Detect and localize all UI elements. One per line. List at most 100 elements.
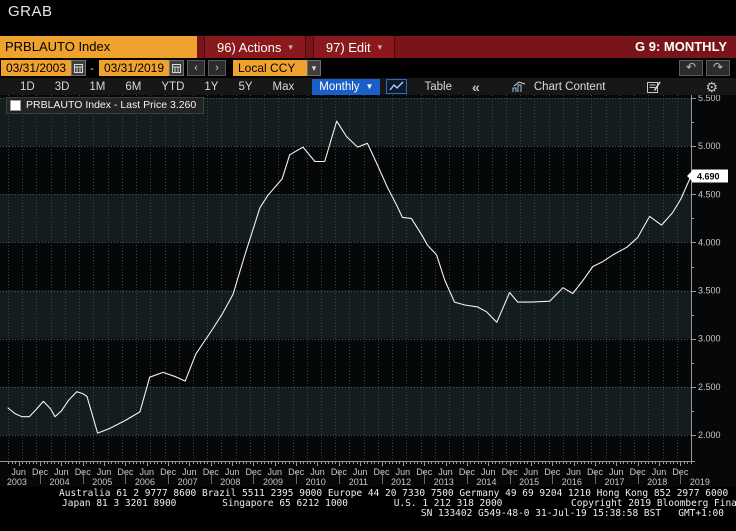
svg-text:Jun: Jun	[481, 467, 496, 477]
svg-text:Jun: Jun	[524, 467, 539, 477]
currency-dropdown-arrow-icon[interactable]: ▾	[307, 60, 321, 76]
svg-text:2018: 2018	[647, 477, 667, 487]
period-button-1y[interactable]: 1Y	[204, 81, 218, 93]
security-ticker-field[interactable]: PRBLAUTO Index	[0, 36, 197, 58]
svg-text:2019: 2019	[690, 477, 710, 487]
period-button-ytd[interactable]: YTD	[161, 81, 184, 93]
grab-title: GRAB	[8, 3, 53, 20]
svg-text:4.000: 4.000	[698, 237, 721, 247]
bloomberg-footer: Australia 61 2 9777 8600 Brazil 5511 239…	[0, 487, 736, 531]
svg-text:5.000: 5.000	[698, 141, 721, 151]
svg-text:2013: 2013	[434, 477, 454, 487]
svg-text:2.500: 2.500	[698, 382, 721, 392]
title-bar-spacer	[395, 36, 635, 58]
calendar-icon	[74, 63, 83, 73]
svg-text:Jun: Jun	[182, 467, 197, 477]
svg-text:5.500: 5.500	[698, 95, 721, 103]
chart-content-label: Chart Content	[533, 80, 606, 93]
table-button[interactable]: Table	[424, 81, 452, 93]
period-button-max[interactable]: Max	[273, 81, 295, 93]
svg-text:2008: 2008	[220, 477, 240, 487]
calendar-icon	[172, 63, 181, 73]
page-function-label: G 9: MONTHLY	[635, 39, 727, 54]
svg-text:2009: 2009	[263, 477, 283, 487]
chevron-down-icon: ▾	[288, 41, 293, 52]
chart-legend: PRBLAUTO Index - Last Price 3.260	[6, 97, 205, 114]
chevron-down-icon: ▼	[365, 81, 374, 91]
start-date-input[interactable]: 03/31/2003	[1, 60, 71, 76]
svg-text:2006: 2006	[135, 477, 155, 487]
range-back-button[interactable]: ‹	[187, 60, 205, 76]
end-date-input[interactable]: 03/31/2019	[99, 60, 169, 76]
period-button-3d[interactable]: 3D	[55, 81, 70, 93]
start-date-calendar-button[interactable]	[71, 60, 86, 76]
svg-text:Jun: Jun	[139, 467, 154, 477]
svg-text:Jun: Jun	[268, 467, 283, 477]
date-range-separator: -	[90, 61, 94, 75]
period-button-5y[interactable]: 5Y	[238, 81, 252, 93]
actions-menu-button[interactable]: 96) Actions ▾	[204, 36, 306, 58]
svg-text:Dec: Dec	[374, 467, 391, 477]
svg-text:2015: 2015	[519, 477, 539, 487]
svg-text:3.500: 3.500	[698, 286, 721, 296]
svg-text:2012: 2012	[391, 477, 411, 487]
chart-toolbar: 1D 3D 1M 6M YTD 1Y 5Y Max Monthly ▼ Tabl…	[0, 78, 736, 95]
svg-text:Dec: Dec	[502, 467, 519, 477]
edit-menu-label: 97) Edit	[325, 39, 371, 55]
legend-label: PRBLAUTO Index - Last Price 3.260	[26, 99, 197, 111]
svg-text:2005: 2005	[92, 477, 112, 487]
redo-button[interactable]: ↷	[706, 60, 730, 76]
svg-text:Jun: Jun	[609, 467, 624, 477]
top-strip: GRAB	[0, 0, 736, 36]
svg-text:Jun: Jun	[396, 467, 411, 477]
svg-text:Jun: Jun	[310, 467, 325, 477]
line-chart-icon	[389, 81, 404, 91]
title-bar: PRBLAUTO Index 96) Actions ▾ 97) Edit ▾ …	[0, 36, 736, 58]
chart-area[interactable]: JunDecJunDecJunDecJunDecJunDecJunDecJunD…	[0, 95, 736, 487]
period-button-1m[interactable]: 1M	[89, 81, 105, 93]
price-chart[interactable]: JunDecJunDecJunDecJunDecJunDecJunDecJunD…	[0, 95, 736, 487]
undo-button[interactable]: ↶	[679, 60, 703, 76]
svg-text:2010: 2010	[306, 477, 326, 487]
svg-text:3.000: 3.000	[698, 334, 721, 344]
svg-text:Jun: Jun	[353, 467, 368, 477]
period-button-6m[interactable]: 6M	[125, 81, 141, 93]
svg-text:2.000: 2.000	[698, 430, 721, 440]
svg-text:2017: 2017	[604, 477, 624, 487]
edit-menu-button[interactable]: 97) Edit ▾	[312, 36, 396, 58]
frequency-dropdown[interactable]: Monthly ▼	[312, 78, 381, 95]
svg-text:Jun: Jun	[97, 467, 112, 477]
annotate-button[interactable]	[647, 81, 662, 93]
svg-text:2007: 2007	[178, 477, 198, 487]
note-pencil-icon	[647, 81, 662, 93]
svg-text:2016: 2016	[562, 477, 582, 487]
series-swatch-icon	[10, 99, 21, 111]
gear-icon[interactable]: ⚙	[705, 80, 718, 94]
svg-text:Dec: Dec	[630, 467, 647, 477]
date-range-bar: 03/31/2003 - 03/31/2019 ‹ › Local CCY ▾ …	[0, 58, 736, 78]
svg-text:Dec: Dec	[75, 467, 92, 477]
chart-content-icon	[512, 80, 525, 92]
range-forward-button[interactable]: ›	[208, 60, 226, 76]
chart-type-button[interactable]	[386, 79, 408, 94]
footer-session-info: SN 133402 G549-48-0 31-Jul-19 15:38:58 B…	[420, 508, 724, 519]
svg-text:Jun: Jun	[54, 467, 69, 477]
svg-text:2014: 2014	[476, 477, 496, 487]
actions-menu-label: 96) Actions	[217, 39, 282, 55]
svg-text:2004: 2004	[50, 477, 70, 487]
collapse-panel-button[interactable]: «	[472, 79, 480, 95]
svg-text:4.500: 4.500	[698, 189, 721, 199]
svg-text:4.690: 4.690	[697, 171, 720, 181]
svg-text:2011: 2011	[349, 477, 368, 487]
svg-text:Jun: Jun	[566, 467, 581, 477]
period-button-1d[interactable]: 1D	[20, 81, 35, 93]
bloomberg-terminal-window: GRAB PRBLAUTO Index 96) Actions ▾ 97) Ed…	[0, 0, 736, 531]
frequency-label: Monthly	[319, 80, 360, 93]
chart-content-button[interactable]: Chart Content	[512, 80, 606, 93]
svg-text:Jun: Jun	[438, 467, 453, 477]
currency-select[interactable]: Local CCY	[233, 60, 307, 76]
svg-text:Jun: Jun	[652, 467, 667, 477]
end-date-calendar-button[interactable]	[169, 60, 184, 76]
history-buttons: ↶ ↷	[676, 60, 730, 76]
svg-text:Jun: Jun	[11, 467, 26, 477]
